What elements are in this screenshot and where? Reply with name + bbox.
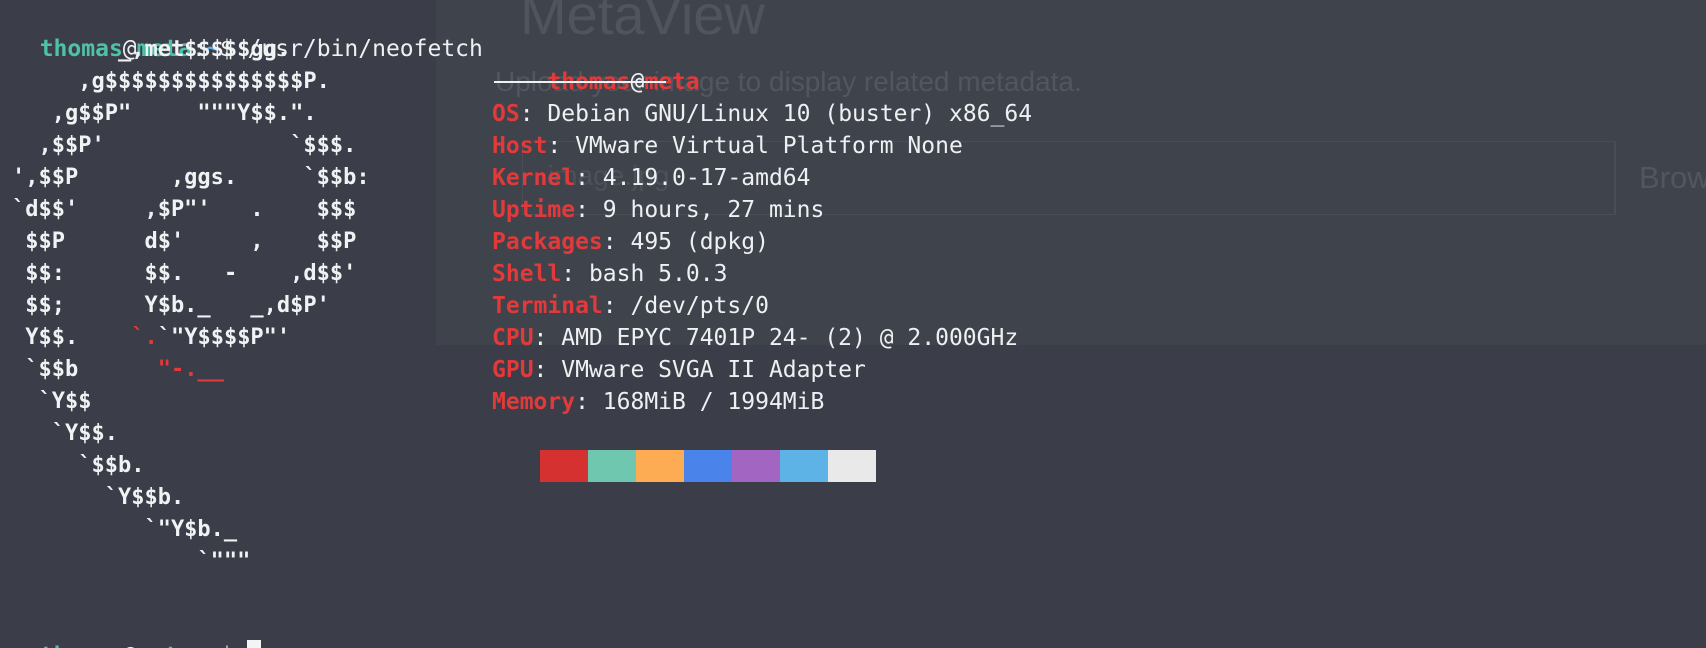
info-header-underline bbox=[494, 81, 666, 83]
info-value: : VMware SVGA II Adapter bbox=[533, 357, 866, 383]
ascii-logo-line: `Y$$b. bbox=[12, 485, 185, 510]
palette-swatch bbox=[588, 450, 636, 482]
background-browse-button: Browse bbox=[1614, 141, 1706, 213]
palette-swatch bbox=[492, 450, 540, 482]
info-key: OS bbox=[492, 101, 520, 127]
info-row-memory: Memory: 168MiB / 1994MiB bbox=[492, 386, 1032, 418]
info-row-packages: Packages: 495 (dpkg) bbox=[492, 226, 1032, 258]
info-value: : 495 (dpkg) bbox=[602, 229, 769, 255]
info-value: : VMware Virtual Platform None bbox=[547, 133, 963, 159]
prompt-dollar-2: $ bbox=[220, 643, 248, 648]
ascii-logo-line: ,g$$$$$$$$$$$$$$$P. bbox=[12, 69, 330, 94]
ascii-logo-line: `$$b "-.__ bbox=[12, 357, 224, 382]
info-row-terminal: Terminal: /dev/pts/0 bbox=[492, 290, 1032, 322]
info-row-shell: Shell: bash 5.0.3 bbox=[492, 258, 1032, 290]
prompt-path-2: ~ bbox=[206, 643, 220, 648]
ascii-logo-line: ',$$P ,ggs. `$$b: bbox=[12, 165, 370, 190]
info-value: : 4.19.0-17-amd64 bbox=[575, 165, 811, 191]
ascii-logo-line: `""" bbox=[12, 549, 251, 574]
active-prompt-line[interactable]: thomas@meta:~$ bbox=[12, 608, 262, 648]
info-value: : bash 5.0.3 bbox=[561, 261, 728, 287]
palette-swatch bbox=[780, 450, 828, 482]
info-row-uptime: Uptime: 9 hours, 27 mins bbox=[492, 194, 1032, 226]
info-value: : /dev/pts/0 bbox=[602, 293, 769, 319]
info-key: Uptime bbox=[492, 197, 576, 223]
ascii-logo-line: $$P d$' , $$P bbox=[12, 229, 357, 254]
prompt-colon-2: : bbox=[192, 643, 206, 648]
info-header: thomas@meta bbox=[492, 34, 1032, 95]
color-palette bbox=[492, 450, 876, 482]
background-browse-label: Browse bbox=[1639, 160, 1706, 195]
info-key: Memory bbox=[492, 389, 576, 415]
ascii-logo-line: _,met$$$$$gg. bbox=[12, 37, 291, 62]
palette-swatch bbox=[828, 450, 876, 482]
ascii-logo-line: Y$$. `.`"Y$$$$P"' bbox=[12, 325, 291, 350]
info-key: Terminal bbox=[492, 293, 603, 319]
info-value: : AMD EPYC 7401P 24- (2) @ 2.000GHz bbox=[533, 325, 1019, 351]
info-value: : 168MiB / 1994MiB bbox=[575, 389, 825, 415]
ascii-logo-line: `"Y$b._ bbox=[12, 517, 238, 542]
info-row-cpu: CPU: AMD EPYC 7401P 24- (2) @ 2.000GHz bbox=[492, 322, 1032, 354]
info-key: GPU bbox=[492, 357, 534, 383]
info-key: Host bbox=[492, 133, 548, 159]
info-row-os: OS: Debian GNU/Linux 10 (buster) x86_64 bbox=[492, 98, 1032, 130]
ascii-logo-line: `Y$$. bbox=[12, 421, 118, 446]
command-line: thomas@meta:~$ /usr/bin/neofetch bbox=[12, 1, 483, 62]
prompt-at-2: @ bbox=[123, 643, 137, 648]
info-value: : Debian GNU/Linux 10 (buster) x86_64 bbox=[519, 101, 1033, 127]
prompt-host-2: meta bbox=[137, 643, 192, 648]
ascii-logo-line: ,$$P' `$$$. bbox=[12, 133, 357, 158]
info-key: CPU bbox=[492, 325, 534, 351]
ascii-logo-line: `Y$$ bbox=[12, 389, 92, 414]
info-row-host: Host: VMware Virtual Platform None bbox=[492, 130, 1032, 162]
info-value: : 9 hours, 27 mins bbox=[575, 197, 825, 223]
terminal-cursor[interactable] bbox=[247, 640, 262, 648]
info-row-gpu: GPU: VMware SVGA II Adapter bbox=[492, 354, 1032, 386]
ascii-logo-line: `d$$' ,$P"' . $$$ bbox=[12, 197, 357, 222]
ascii-logo-line: $$: $$. - ,d$$' bbox=[12, 261, 357, 286]
palette-swatch bbox=[732, 450, 780, 482]
ascii-logo-line: `$$b. bbox=[12, 453, 145, 478]
prompt-user-2: thomas bbox=[40, 643, 123, 648]
ascii-logo-line: $$; Y$b._ _,d$P' bbox=[12, 293, 330, 318]
debian-ascii-logo: _,met$$$$$gg. ,g$$$$$$$$$$$$$$$P. ,g$$P"… bbox=[12, 34, 370, 578]
info-key: Kernel bbox=[492, 165, 576, 191]
system-info: thomas@meta OS: Debian GNU/Linux 10 (bus… bbox=[492, 34, 1032, 418]
info-key: Packages bbox=[492, 229, 603, 255]
info-key: Shell bbox=[492, 261, 562, 287]
palette-swatch bbox=[636, 450, 684, 482]
ascii-logo-line: ,g$$P" """Y$$.". bbox=[12, 101, 317, 126]
info-row-kernel: Kernel: 4.19.0-17-amd64 bbox=[492, 162, 1032, 194]
palette-swatch bbox=[540, 450, 588, 482]
palette-swatch bbox=[684, 450, 732, 482]
